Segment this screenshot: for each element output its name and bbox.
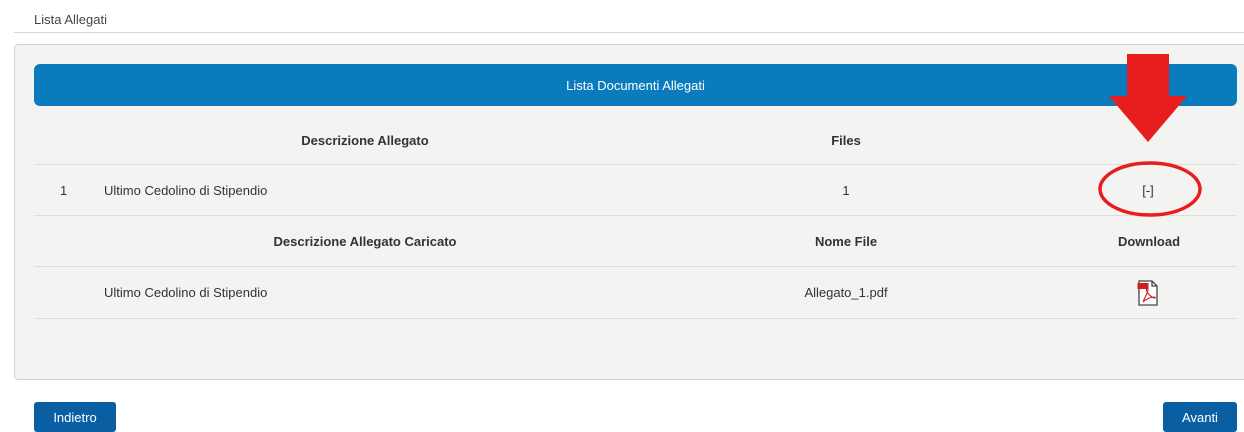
panel-header: Lista Documenti Allegati: [34, 64, 1237, 106]
column-header-uploaded-description: Descrizione Allegato Caricato: [273, 233, 457, 249]
next-button[interactable]: Avanti: [1163, 402, 1237, 432]
attachment-row: 1 Ultimo Cedolino di Stipendio 1 [-]: [34, 165, 1237, 216]
section-title: Lista Allegati: [34, 12, 107, 27]
attachments-header-row: Descrizione Allegato Files: [34, 116, 1237, 165]
column-header-files: Files: [831, 132, 861, 148]
uploaded-filename: Allegato_1.pdf: [804, 285, 888, 300]
column-header-download: Download: [1117, 233, 1181, 249]
column-header-description: Descrizione Allegato: [301, 132, 429, 148]
column-header-filename: Nome File: [814, 233, 878, 249]
row-files-count: 1: [842, 182, 850, 198]
row-description: Ultimo Cedolino di Stipendio: [104, 182, 268, 198]
uploaded-description: Ultimo Cedolino di Stipendio: [104, 285, 268, 300]
uploaded-header-row: Descrizione Allegato Caricato Nome File …: [34, 216, 1237, 267]
row-index: 1: [60, 182, 68, 198]
uploaded-row: Ultimo Cedolino di Stipendio Allegato_1.…: [34, 267, 1237, 319]
download-link[interactable]: [1128, 267, 1168, 318]
section-divider: [14, 32, 1244, 33]
collapse-toggle-link[interactable]: [-]: [1126, 165, 1170, 215]
back-button[interactable]: Indietro: [34, 402, 116, 432]
pdf-icon[interactable]: [1137, 279, 1159, 306]
